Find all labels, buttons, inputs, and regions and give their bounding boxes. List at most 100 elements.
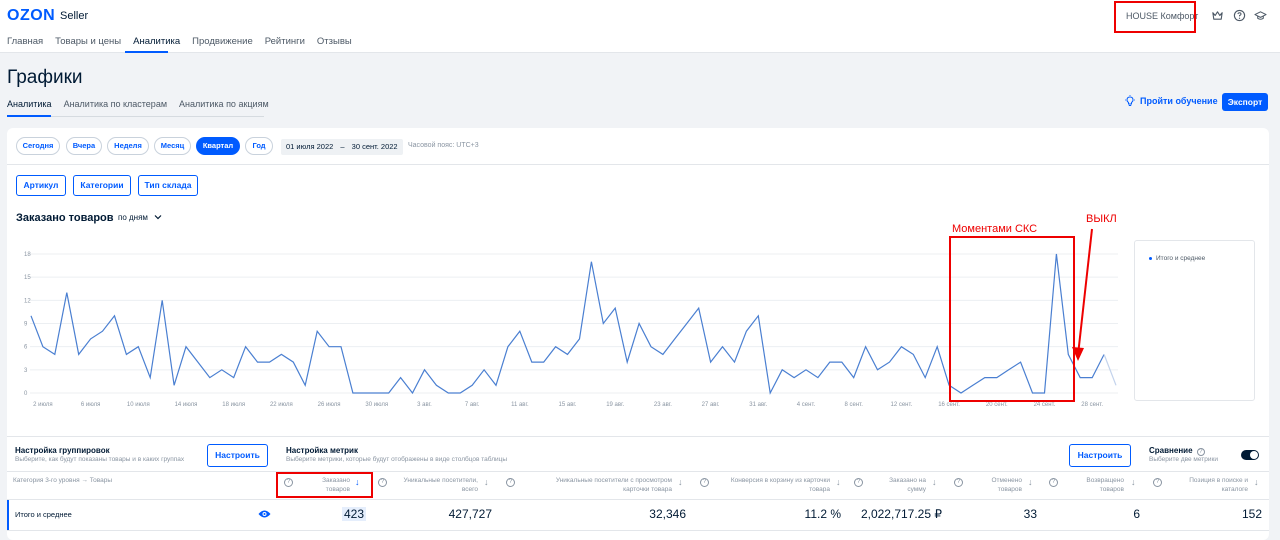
x-tick-label: 6 июля xyxy=(81,402,100,408)
help-icon[interactable]: ? xyxy=(954,478,963,487)
col-header-visitors-card[interactable]: Уникальные посетители с просмотром карто… xyxy=(530,476,672,494)
cell-ordered: 423 xyxy=(300,507,366,521)
x-tick-label: 22 июля xyxy=(270,402,293,408)
chevron-down-icon xyxy=(154,215,162,220)
legend-dot xyxy=(1149,257,1152,260)
tab-clusters[interactable]: Аналитика по кластерам xyxy=(64,99,167,109)
x-tick-label: 11 авг. xyxy=(511,402,529,408)
help-icon[interactable]: ? xyxy=(854,478,863,487)
period-yesterday-button[interactable]: Вчера xyxy=(66,137,102,155)
nav-item-home[interactable]: Главная xyxy=(7,36,43,47)
nav-item-ratings[interactable]: Рейтинги xyxy=(265,36,305,47)
nav-active-underline xyxy=(125,51,168,53)
nav-item-reviews[interactable]: Отзывы xyxy=(317,36,352,47)
chart-legend: Итого и среднее xyxy=(1134,240,1255,401)
period-quarter-button[interactable]: Квартал xyxy=(196,137,240,155)
annotation-arrow xyxy=(1072,228,1093,361)
col-header-cancelled[interactable]: Отменено товаров xyxy=(980,476,1022,494)
help-icon[interactable] xyxy=(1233,9,1246,22)
metrics-title: Настройка метрик xyxy=(286,446,358,455)
cell-visitors: 427,727 xyxy=(448,507,492,521)
sort-down-icon[interactable]: ↓ xyxy=(932,477,937,487)
top-bar: OZON Seller Главная Товары и цены Аналит… xyxy=(0,0,1280,53)
cell-position: 152 xyxy=(1241,507,1262,521)
help-icon[interactable]: ? xyxy=(1153,478,1162,487)
grouping-subtitle: Выберите, как будут показаны товары и в … xyxy=(15,456,185,463)
nav-item-analytics[interactable]: Аналитика xyxy=(133,36,180,47)
x-tick-label: 4 сент. xyxy=(797,402,816,408)
help-icon[interactable]: ? xyxy=(700,478,709,487)
date-range-picker[interactable]: 01 июля 2022 – 30 сент. 2022 xyxy=(281,139,403,155)
date-from: 01 июля 2022 xyxy=(286,142,334,151)
warehouse-type-filter-button[interactable]: Тип склада xyxy=(138,175,198,196)
company-highlight-box xyxy=(1114,1,1196,33)
x-tick-label: 28 сент. xyxy=(1081,402,1103,408)
tab-promotions[interactable]: Аналитика по акциям xyxy=(179,99,269,109)
period-week-button[interactable]: Неделя xyxy=(107,137,149,155)
eye-icon[interactable] xyxy=(258,509,271,519)
chart-title: Заказано товаров xyxy=(16,212,114,224)
x-tick-label: 19 авг. xyxy=(606,402,624,408)
y-tick-label: 3 xyxy=(24,368,28,374)
article-filter-button[interactable]: Артикул xyxy=(16,175,66,196)
logo-seller-label: Seller xyxy=(60,10,89,22)
x-tick-label: 8 сент. xyxy=(844,402,863,408)
grouping-title: Настройка группировок xyxy=(15,446,110,455)
col-header-position[interactable]: Позиция в поиске и каталоге xyxy=(1172,476,1248,494)
sort-down-icon[interactable]: ↓ xyxy=(1254,477,1259,487)
cell-ordered-value: 423 xyxy=(341,507,366,521)
date-to: 30 сент. 2022 xyxy=(351,142,398,151)
x-tick-label: 18 июля xyxy=(222,402,245,408)
help-icon[interactable]: ? xyxy=(506,478,515,487)
tab-analytics[interactable]: Аналитика xyxy=(7,99,52,109)
grouping-configure-button[interactable]: Настроить xyxy=(207,444,268,467)
chart-y-ticks: 0 3 6 9 12 15 18 xyxy=(24,252,31,397)
legend-item[interactable]: Итого и среднее xyxy=(1149,255,1205,262)
category-filter-button[interactable]: Категории xyxy=(73,175,131,196)
sort-down-icon[interactable]: ↓ xyxy=(484,477,489,487)
legend-label: Итого и среднее xyxy=(1156,255,1206,262)
x-tick-label: 2 июля xyxy=(33,402,52,408)
period-today-button[interactable]: Сегодня xyxy=(16,137,60,155)
help-icon[interactable]: ? xyxy=(378,478,387,487)
chart-period-select[interactable]: по дням xyxy=(118,213,162,222)
x-tick-label: 30 июля xyxy=(365,402,388,408)
y-tick-label: 6 xyxy=(24,345,28,351)
sort-down-icon[interactable]: ↓ xyxy=(1028,477,1033,487)
graduation-cap-icon[interactable] xyxy=(1254,9,1267,22)
compare-title: Сравнение ? xyxy=(1149,446,1205,456)
nav-item-promotion[interactable]: Продвижение xyxy=(192,36,253,47)
help-icon[interactable]: ? xyxy=(1049,478,1058,487)
metrics-configure-button[interactable]: Настроить xyxy=(1069,444,1131,467)
y-tick-label: 9 xyxy=(24,322,28,328)
nav-item-products[interactable]: Товары и цены xyxy=(55,36,121,47)
metrics-subtitle: Выберите метрики, которые будут отображе… xyxy=(286,456,508,463)
table-row-category: Итого и среднее xyxy=(15,510,72,519)
sort-down-icon[interactable]: ↓ xyxy=(678,477,683,487)
period-month-button[interactable]: Месяц xyxy=(154,137,191,155)
col-header-visitors[interactable]: Уникальные посетители, всего xyxy=(392,476,478,494)
tab-active-underline xyxy=(7,115,51,117)
learn-link[interactable]: Пройти обучение xyxy=(1124,95,1218,107)
col-header-ordered-sum[interactable]: Заказано на сумму xyxy=(872,476,926,494)
help-icon[interactable]: ? xyxy=(1196,448,1205,456)
table-config-divider xyxy=(7,436,1269,437)
col-header-returned[interactable]: Возвращено товаров xyxy=(1078,476,1124,494)
sort-down-icon[interactable]: ↓ xyxy=(836,477,841,487)
sort-down-icon[interactable]: ↓ xyxy=(1131,477,1136,487)
x-tick-label: 16 сент. xyxy=(938,402,960,408)
x-tick-label: 23 авг. xyxy=(654,402,672,408)
compare-label: Сравнение xyxy=(1149,446,1193,455)
x-tick-label: 12 сент. xyxy=(891,402,913,408)
compare-toggle[interactable] xyxy=(1241,450,1259,460)
period-year-button[interactable]: Год xyxy=(245,137,273,155)
annotation-ordered-box xyxy=(276,472,373,498)
col-header-conversion[interactable]: Конверсия в корзину из карточки товара xyxy=(712,476,830,494)
chart-period-label: по дням xyxy=(118,213,148,222)
export-button[interactable]: Экспорт xyxy=(1222,93,1268,111)
crown-icon[interactable] xyxy=(1211,9,1224,22)
ozon-logo[interactable]: OZON xyxy=(7,7,55,25)
filters-divider xyxy=(7,164,1269,165)
y-tick-label: 15 xyxy=(24,275,31,281)
annotation-skc-box xyxy=(949,236,1075,402)
